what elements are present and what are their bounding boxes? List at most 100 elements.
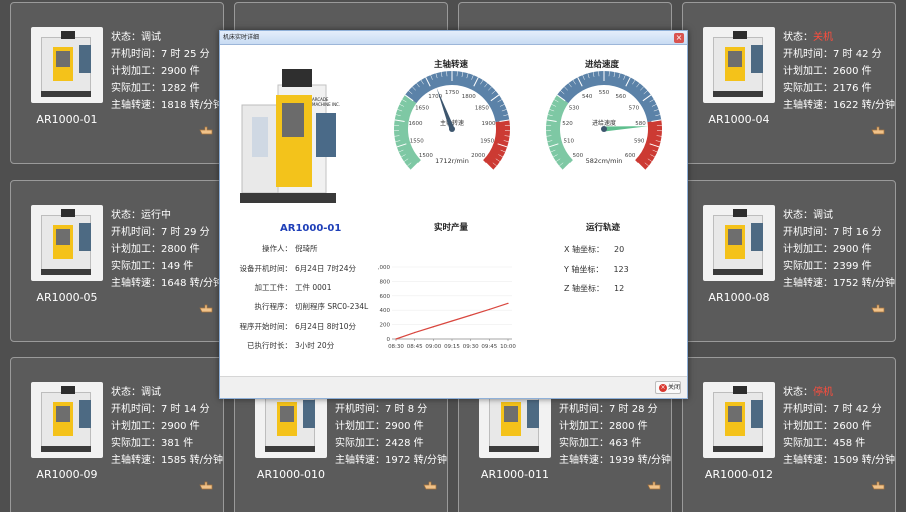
gauge-tick-label: 1850 <box>475 105 489 111</box>
production-point <box>432 326 434 328</box>
actual-line: 实际加工：2176 件 <box>783 83 872 94</box>
gauge-tick-label: 2000 <box>471 153 485 159</box>
status-line: 状态：调试 <box>783 210 833 221</box>
gauge-center-label: 进给速度 <box>592 119 616 127</box>
machine-info: 状态：关机 开机时间：7 时 42 分 计划加工：2600 件 实际加工：217… <box>783 29 895 114</box>
actual-line: 实际加工：458 件 <box>783 438 866 449</box>
y-tick-label: ,000 <box>378 265 391 271</box>
close-button-label: 关闭 <box>668 384 681 391</box>
boot-time-line: 开机时间：7 时 42 分 <box>783 404 882 415</box>
status-line: 状态：关机 <box>783 32 833 43</box>
production-point <box>470 314 472 316</box>
close-button[interactable]: × 关闭 <box>655 381 681 394</box>
hand-pointer-icon[interactable] <box>871 303 885 313</box>
gauge-tick-label: 1550 <box>410 138 424 144</box>
machine-name: AR1000-09 <box>36 468 98 481</box>
machine-card[interactable]: AR1000-05 状态：运行中 开机时间：7 时 29 分 计划加工：2800… <box>10 180 224 342</box>
machine-name: AR1000-011 <box>480 468 550 481</box>
planned-line: 计划加工：2900 件 <box>335 421 424 432</box>
detail-operator: 操作人： 倪琦所 <box>262 244 318 253</box>
y-tick-label: 600 <box>380 294 391 300</box>
machine-card[interactable]: AR1000-08 状态：调试 开机时间：7 时 16 分 计划加工：2900 … <box>682 180 896 342</box>
status-value: 调试 <box>141 387 161 398</box>
boot-time-line: 开机时间：7 时 25 分 <box>111 49 210 60</box>
y-tick-label: 800 <box>380 279 391 285</box>
gauge-tick-label: 1600 <box>408 121 422 127</box>
status-value: 运行中 <box>141 210 171 221</box>
planned-line: 计划加工：2900 件 <box>783 244 872 255</box>
hand-pointer-icon[interactable] <box>199 303 213 313</box>
production-point <box>507 302 509 304</box>
status-value: 调试 <box>141 32 161 43</box>
machine-card[interactable]: AR1000-09 状态：调试 开机时间：7 时 14 分 计划加工：2900 … <box>10 357 224 512</box>
gauge-tick-label: 1800 <box>462 94 476 100</box>
production-title: 实时产量 <box>434 223 469 233</box>
actual-line: 实际加工：463 件 <box>559 438 642 449</box>
actual-line: 实际加工：2399 件 <box>783 261 872 272</box>
gauge-tick-label: 1900 <box>482 121 496 127</box>
gauge-tick-label: 1500 <box>419 153 433 159</box>
gauge-tick-label: 1650 <box>415 105 429 111</box>
status-value: 调试 <box>813 210 833 221</box>
machine-name: AR1000-04 <box>708 113 770 126</box>
trajectory-y: Y 轴坐标： 123 <box>564 265 629 274</box>
hand-pointer-icon[interactable] <box>199 125 213 135</box>
trajectory-title: 运行轨迹 <box>586 223 621 233</box>
boot-time-line: 开机时间：7 时 28 分 <box>559 404 658 415</box>
production-chart: ,000800600400200008:30 08:45 09:00 09:15 09:… <box>378 265 517 350</box>
y-tick-label: 200 <box>380 323 391 329</box>
hand-pointer-icon[interactable] <box>871 480 885 490</box>
detail-program: 执行程序： 切削程序 SRC0-234L <box>254 302 369 311</box>
status-value: 关机 <box>813 32 833 43</box>
spindle-line: 主轴转速：1752 转/分钟 <box>783 278 895 289</box>
machine-card[interactable]: AR1000-04 状态：关机 开机时间：7 时 42 分 计划加工：2600 … <box>682 2 896 164</box>
machine-name: AR1000-08 <box>708 291 770 304</box>
boot-time-line: 开机时间：7 时 14 分 <box>111 404 210 415</box>
close-icon[interactable]: × <box>674 33 684 43</box>
machine-thumbnail <box>31 27 103 103</box>
detail-elapsed: 已执行时长： 3小时 20分 <box>247 341 335 350</box>
machine-detail-dialog: 机床实时详细 × ARCADE MACHINE INC. AR1000-01 操… <box>219 30 688 399</box>
feed-speed-gauge: 500510520530540550560570580590600进给速度582… <box>546 70 662 171</box>
hand-pointer-icon[interactable] <box>423 480 437 490</box>
spindle-line: 主轴转速：1648 转/分钟 <box>111 278 223 289</box>
gauge-readout: 582cm/min <box>586 157 623 165</box>
planned-line: 计划加工：2600 件 <box>783 66 872 77</box>
gauge-tick-label: 540 <box>582 94 593 100</box>
machine-info: 状态：运行中 开机时间：7 时 29 分 计划加工：2800 件 实际加工：14… <box>111 207 223 292</box>
hand-pointer-icon[interactable] <box>871 125 885 135</box>
machine-card[interactable]: AR1000-01 状态：调试 开机时间：7 时 25 分 计划加工：2900 … <box>10 2 224 164</box>
planned-line: 计划加工：2800 件 <box>559 421 648 432</box>
gauge-tick-label: 530 <box>569 105 580 111</box>
gauge-hub <box>449 126 455 132</box>
detail-boot-time: 设备开机时间： 6月24日 7时24分 <box>239 264 357 273</box>
machine-brand: ARCADE MACHINE INC. <box>312 97 341 107</box>
x-tick-label: 10:00 <box>500 344 516 350</box>
actual-line: 实际加工：149 件 <box>111 261 194 272</box>
detail-workpiece: 加工工件： 工件 0001 <box>254 283 332 292</box>
close-circle-icon: × <box>659 384 667 392</box>
hand-pointer-icon[interactable] <box>647 480 661 490</box>
gauge-band-mid <box>557 70 662 123</box>
hand-pointer-icon[interactable] <box>199 480 213 490</box>
x-tick-label: 08:30 <box>388 344 404 350</box>
status-value: 停机 <box>813 387 833 398</box>
machine-name: AR1000-05 <box>36 291 98 304</box>
x-tick-label: 08:45 <box>407 344 423 350</box>
y-tick-label: 400 <box>380 308 391 314</box>
spindle-line: 主轴转速：1972 转/分钟 <box>335 455 447 466</box>
gauge-band-high <box>635 119 662 171</box>
x-tick-label: 09:00 <box>425 344 441 350</box>
x-tick-label: 09:15 <box>444 344 460 350</box>
boot-time-line: 开机时间：7 时 16 分 <box>783 227 882 238</box>
gauge-tick-label: 1750 <box>445 90 459 96</box>
machine-name: AR1000-012 <box>704 468 774 481</box>
trajectory-z: Z 轴坐标： 12 <box>564 284 625 293</box>
machine-id: AR1000-01 <box>280 223 342 234</box>
status-line: 状态：调试 <box>111 387 161 398</box>
machine-image: ARCADE MACHINE INC. <box>232 67 354 211</box>
production-point <box>488 308 490 311</box>
gauge-tick-label: 500 <box>573 153 584 159</box>
machine-card[interactable]: AR1000-012 状态：停机 开机时间：7 时 42 分 计划加工：2600… <box>682 357 896 512</box>
gauge-readout: 1712r/min <box>435 157 469 165</box>
